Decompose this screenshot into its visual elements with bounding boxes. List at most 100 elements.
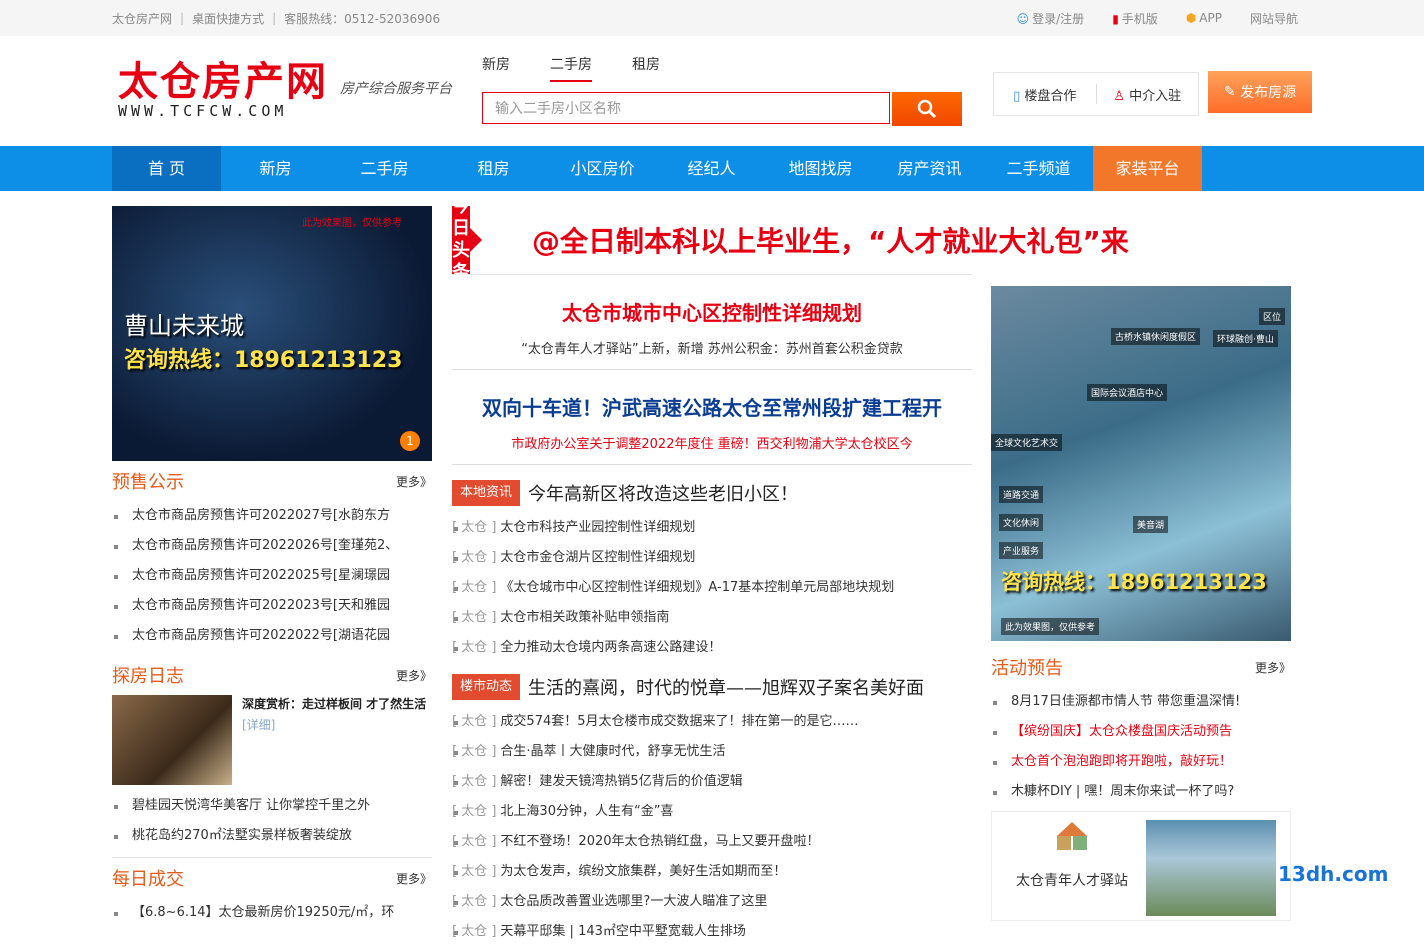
agent-join-button[interactable]: ♙ 中介入驻 — [1097, 85, 1199, 104]
nav-decoration[interactable]: 家装平台 — [1093, 146, 1202, 191]
list-item[interactable]: 【6.8~6.14】太仓最新房价19250元/㎡，环 — [112, 898, 432, 928]
deals-header: 每日成交 更多》 — [112, 857, 432, 898]
talent-station-promo[interactable]: 太仓青年人才驿站 — [991, 811, 1291, 921]
cube-icon: ⬢ — [1185, 11, 1197, 25]
list-item[interactable]: 太仓市商品房预售许可2022027号[水韵东方 — [112, 501, 432, 531]
nav-agents[interactable]: 经纪人 — [657, 146, 766, 191]
tab-second-hand[interactable]: 二手房 — [550, 54, 592, 82]
divider: | — [180, 11, 185, 25]
logo-slogan: 房产综合服务平台 — [340, 81, 452, 97]
top-bar: 太仓房产网 | 桌面快捷方式 | 客服热线：0512-52036906 ☺ 登录/… — [0, 0, 1424, 36]
search-input[interactable]: 输入二手房小区名称 — [482, 92, 890, 124]
market-news-headline[interactable]: 生活的熹阅，时代的悦章——旭辉双子案名美好面 — [528, 674, 924, 700]
banner-page-indicator[interactable]: 1 — [400, 431, 420, 451]
nav-news[interactable]: 房产资讯 — [875, 146, 984, 191]
news-item[interactable]: [ 太仓 ] 太仓市科技产业园控制性详细规划 — [452, 513, 972, 543]
header: 太仓房产网 WWW.TCFCW.COM 房产综合服务平台 新房 二手房 租房 输… — [0, 36, 1424, 146]
news-item[interactable]: [ 太仓 ] 全力推动太仓境内两条高速公路建设！ — [452, 633, 972, 663]
nav-community-price[interactable]: 小区房价 — [548, 146, 657, 191]
nav-second-hand-channel[interactable]: 二手频道 — [984, 146, 1093, 191]
more-link[interactable]: 更多》 — [396, 473, 432, 490]
list-item[interactable]: 碧桂园天悦湾华美客厅 让你掌控千里之外 — [112, 791, 432, 821]
list-item[interactable]: 太仓市商品房预售许可2022022号[湖语花园 — [112, 621, 432, 651]
headline-link[interactable]: @全日制本科以上毕业生，“人才就业大礼包”来 — [532, 220, 1129, 260]
promo-banner-right[interactable]: 古桥水镇休闲度假区 环球融创·曹山 国际会议酒店中心 全球文化艺术交 道路交通 … — [991, 286, 1291, 641]
top-story-2-sub[interactable]: 市政府办公室关于调整2022年度住 重磅！西交利物浦大学太仓校区今 — [452, 433, 972, 452]
user-icon: ☺ — [1016, 11, 1030, 26]
nav-rent[interactable]: 租房 — [439, 146, 548, 191]
header-buttons: ▯ 楼盘合作 ♙ 中介入驻 — [993, 72, 1199, 116]
news-item[interactable]: [ 太仓 ] 《太仓城市中心区控制性详细规划》A-17基本控制单元局部地块规划 — [452, 573, 972, 603]
more-link[interactable]: 更多》 — [396, 870, 432, 887]
market-news: 楼市动态 生活的熹阅，时代的悦章——旭辉双子案名美好面 [ 太仓 ] 成交574套… — [452, 667, 972, 947]
banner-hotline: 咨询热线：18961213123 — [1001, 570, 1267, 594]
watermark: 13dh.com — [1278, 862, 1389, 886]
news-item[interactable]: [ 太仓 ] 不红不登场！2020年太仓热销红盘，马上又要开盘啦！ — [452, 827, 972, 857]
banner-hotline: 咨询热线：18961213123 — [124, 348, 403, 373]
list-item[interactable]: 木糠杯DIY | 嘿！周末你来试一杯了吗? — [991, 777, 1291, 807]
events-list: 8月17日佳源都市情人节 带您重温深情! 【缤纷国庆】太仓众楼盘国庆活动预告 太… — [991, 687, 1291, 807]
search-tabs: 新房 二手房 租房 — [482, 54, 660, 82]
more-link[interactable]: 更多》 — [396, 667, 432, 684]
desktop-shortcut-link[interactable]: 桌面快捷方式 — [192, 10, 264, 27]
news-item[interactable]: [ 太仓 ] 太仓市金仓湖片区控制性详细规划 — [452, 543, 972, 573]
diary-feature-title[interactable]: 深度赏析：走过样板间 才了然生活 — [242, 695, 426, 712]
top-story-2[interactable]: 双向十车道！沪武高速公路太仓至常州段扩建工程开 — [452, 392, 972, 421]
nav-home[interactable]: 首 页 — [112, 146, 221, 191]
news-item[interactable]: [ 太仓 ] 合生·晶萃丨大健康时代，舒享无忧生活 — [452, 737, 972, 767]
login-link[interactable]: ☺ 登录/注册 — [1017, 10, 1085, 27]
more-link[interactable]: 更多》 — [1255, 659, 1291, 676]
market-news-tag: 楼市动态 — [452, 674, 521, 700]
cooperate-button[interactable]: ▯ 楼盘合作 — [994, 85, 1096, 104]
tab-new-house[interactable]: 新房 — [482, 54, 510, 82]
promo-banner-left[interactable]: 此为效果图，仅供参考 曹山未来城 咨询热线：18961213123 1 — [112, 206, 432, 461]
person-icon: ♙ — [1113, 88, 1125, 104]
list-item[interactable]: 太仓首个泡泡跑即将开跑啦，敲好玩！ — [991, 747, 1291, 777]
local-news-tag: 本地资讯 — [452, 480, 521, 506]
main-nav: 首 页 新房 二手房 租房 小区房价 经纪人 地图找房 房产资讯 二手频道 家装… — [0, 146, 1424, 191]
news-item[interactable]: [ 太仓 ] 太仓品质改善置业选哪里?一大波人瞄准了这里 — [452, 887, 972, 917]
site-logo[interactable]: 太仓房产网 WWW.TCFCW.COM 房产综合服务平台 — [118, 60, 452, 121]
list-item[interactable]: 【缤纷国庆】太仓众楼盘国庆活动预告 — [991, 717, 1291, 747]
local-news: 本地资讯 今年高新区将改造这些老旧小区！ [ 太仓 ] 太仓市科技产业园控制性详细… — [452, 473, 972, 663]
diary-list: 碧桂园天悦湾华美客厅 让你掌控千里之外 桃花岛约270㎡法墅实景样板奢装绽放 — [112, 791, 432, 851]
campus-image[interactable] — [1146, 820, 1276, 916]
diary-feature[interactable]: 深度赏析：走过样板间 才了然生活 [详细] — [112, 695, 432, 785]
local-news-headline[interactable]: 今年高新区将改造这些老旧小区！ — [528, 480, 798, 506]
nav-second-hand[interactable]: 二手房 — [330, 146, 439, 191]
section-title: 预售公示 — [112, 472, 184, 493]
list-item[interactable]: 太仓市商品房预售许可2022023号[天和雅园 — [112, 591, 432, 621]
events-header: 活动预告 更多》 — [991, 647, 1291, 687]
tab-rent[interactable]: 租房 — [632, 54, 660, 82]
headline-bar: 今日 头条 @全日制本科以上毕业生，“人才就业大礼包”来 — [452, 196, 1129, 283]
site-nav-link[interactable]: 网站导航 — [1250, 10, 1298, 27]
list-item[interactable]: 太仓市商品房预售许可2022026号[奎瑾苑2、 — [112, 531, 432, 561]
top-story-1-sub[interactable]: “太仓青年人才驿站”上新，新增 苏州公积金：苏州首套公积金贷款 — [452, 338, 972, 357]
publish-button[interactable]: ✎ 发布房源 — [1208, 71, 1312, 113]
diary-detail-link[interactable]: [详细] — [242, 716, 426, 733]
section-title: 每日成交 — [112, 869, 184, 890]
presale-list: 太仓市商品房预售许可2022027号[水韵东方 太仓市商品房预售许可202202… — [112, 501, 432, 651]
divider: | — [272, 11, 277, 25]
search-button[interactable] — [892, 92, 962, 126]
diary-header: 探房日志 更多》 — [112, 655, 432, 695]
news-item[interactable]: [ 太仓 ] 太仓市相关政策补贴申领指南 — [452, 603, 972, 633]
top-story-1[interactable]: 太仓市城市中心区控制性详细规划 — [452, 297, 972, 326]
talent-station-logo: 太仓青年人才驿站 — [1012, 820, 1132, 920]
middle-column: 今日 头条 @全日制本科以上毕业生，“人才就业大礼包”来 太仓市城市中心区控制性… — [452, 196, 1129, 947]
mobile-link[interactable]: ▮ 手机版 — [1112, 10, 1158, 27]
news-item[interactable]: [ 太仓 ] 成交574套！5月太仓楼市成交数据来了！排在第一的是它…… — [452, 707, 972, 737]
news-item[interactable]: [ 太仓 ] 天幕平邸集 | 143㎡空中平墅宽载人生排场 — [452, 917, 972, 947]
list-item[interactable]: 8月17日佳源都市情人节 带您重温深情! — [991, 687, 1291, 717]
list-item[interactable]: 桃花岛约270㎡法墅实景样板奢装绽放 — [112, 821, 432, 851]
app-link[interactable]: ⬢ APP — [1186, 11, 1222, 25]
nav-new-house[interactable]: 新房 — [221, 146, 330, 191]
list-item[interactable]: 太仓市商品房预售许可2022025号[星澜璟园 — [112, 561, 432, 591]
news-item[interactable]: [ 太仓 ] 为太仓发声，缤纷文旅集群，美好生活如期而至！ — [452, 857, 972, 887]
banner-title: 曹山未来城 — [124, 312, 244, 340]
nav-map-search[interactable]: 地图找房 — [766, 146, 875, 191]
site-link[interactable]: 太仓房产网 — [112, 10, 172, 27]
news-item[interactable]: [ 太仓 ] 解密！建发天镜湾热销5亿背后的价值逻辑 — [452, 767, 972, 797]
news-item[interactable]: [ 太仓 ] 北上海30分钟，人生有“金”喜 — [452, 797, 972, 827]
diary-image[interactable] — [112, 695, 232, 785]
